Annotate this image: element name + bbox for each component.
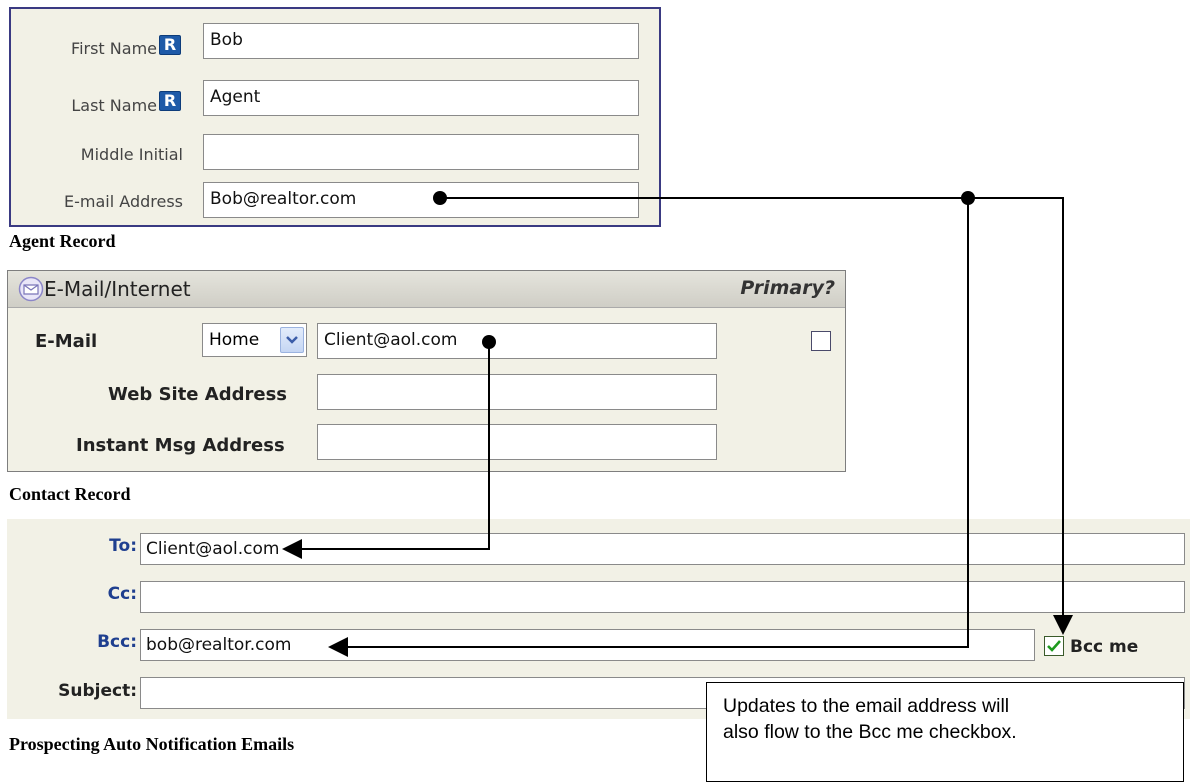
bcc-input[interactable]: bob@realtor.com: [140, 629, 1035, 661]
cc-input[interactable]: [140, 581, 1185, 613]
first-name-input[interactable]: Bob: [203, 23, 639, 59]
agent-record-caption: Agent Record: [9, 231, 116, 251]
instant-msg-address-label: Instant Msg Address: [76, 435, 285, 456]
primary-checkbox[interactable]: [811, 331, 831, 351]
subject-label: Subject:: [58, 681, 137, 701]
envelope-icon: [18, 276, 44, 302]
middle-initial-label: Middle Initial: [80, 145, 183, 164]
email-address-label: E-mail Address: [64, 192, 183, 211]
to-input[interactable]: Client@aol.com: [140, 533, 1185, 565]
to-label: To:: [109, 536, 137, 556]
email-internet-header: E-Mail/Internet Primary?: [8, 271, 845, 308]
agent-record-panel: First Name R Bob Last Name R Agent Middl…: [9, 7, 661, 227]
required-badge-icon: R: [159, 91, 181, 111]
callout-line-2: also flow to the Bcc me checkbox.: [723, 721, 1017, 743]
cc-label: Cc:: [107, 584, 137, 604]
primary-header: Primary?: [740, 277, 835, 299]
instant-msg-address-input[interactable]: [317, 424, 717, 460]
middle-initial-input[interactable]: [203, 134, 639, 170]
chevron-down-icon[interactable]: [280, 327, 304, 353]
last-name-label: Last Name: [71, 96, 157, 115]
bcc-me-label: Bcc me: [1070, 637, 1139, 657]
email-type-select[interactable]: Home: [202, 323, 307, 357]
note-callout: Updates to the email address will also f…: [706, 682, 1184, 782]
email-type-value: Home: [209, 330, 260, 350]
contact-record-caption: Contact Record: [9, 484, 131, 504]
email-label: E-Mail: [35, 331, 98, 352]
connector-dot: [961, 191, 975, 205]
first-name-label: First Name: [71, 39, 157, 58]
contact-email-input[interactable]: Client@aol.com: [317, 323, 717, 359]
email-internet-title: E-Mail/Internet: [44, 277, 191, 301]
checkmark-icon: [1047, 640, 1061, 652]
callout-line-1: Updates to the email address will: [723, 695, 1010, 717]
last-name-input[interactable]: Agent: [203, 80, 639, 116]
prospecting-caption: Prospecting Auto Notification Emails: [9, 734, 295, 754]
email-address-input[interactable]: Bob@realtor.com: [203, 182, 639, 218]
web-site-address-input[interactable]: [317, 374, 717, 410]
web-site-address-label: Web Site Address: [108, 384, 287, 405]
bcc-label: Bcc:: [97, 632, 137, 652]
required-badge-icon: R: [159, 35, 181, 55]
contact-record-panel: E-Mail/Internet Primary? E-Mail Home Cli…: [7, 270, 846, 472]
bcc-me-checkbox[interactable]: [1044, 636, 1064, 656]
